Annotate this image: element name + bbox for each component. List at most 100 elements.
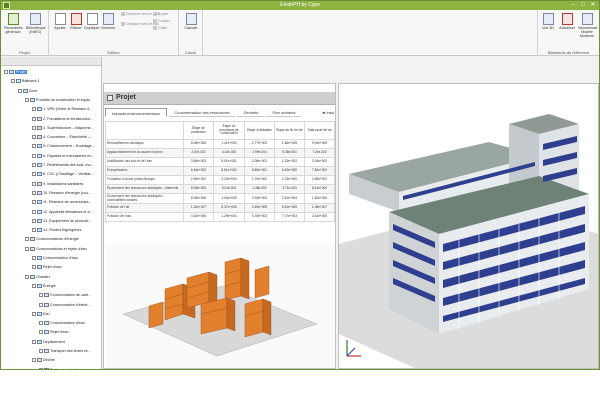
table-row[interactable]: Épuisement des ressources abiotiques – c… bbox=[105, 192, 335, 205]
tree-item[interactable]: 9. Installations sanitaires bbox=[32, 181, 83, 187]
tree-item[interactable]: Transport des terres ex... bbox=[39, 348, 91, 354]
tree-item[interactable]: Zone bbox=[18, 88, 37, 94]
tree-item-label: Chantier bbox=[36, 274, 50, 279]
expand-toggle-icon[interactable] bbox=[32, 265, 36, 270]
table-row[interactable]: Appauvrissement de la couche d'ozone 2.57… bbox=[105, 148, 335, 158]
tree-item[interactable]: Déchet bbox=[32, 357, 55, 363]
tree-item[interactable]: 11. Réseaux de communica... bbox=[32, 199, 92, 205]
expand-toggle-icon[interactable] bbox=[25, 237, 29, 242]
subtabs-scroll-button[interactable]: ◄ Inso bbox=[321, 108, 334, 117]
tree-item-label: Traitement de déchets bbox=[50, 367, 87, 370]
expand-toggle-icon[interactable] bbox=[32, 209, 36, 214]
tree-item[interactable]: Consommation d'eau bbox=[39, 320, 85, 326]
tree-node-icon bbox=[37, 200, 42, 205]
tree-item[interactable]: Consommation d'électr... bbox=[39, 302, 90, 308]
row-label: Épuisement des ressources abiotiques – é… bbox=[105, 184, 184, 194]
table-row[interactable]: Pollution de l'eau 4.32e+005 1.29e+004 5.76… bbox=[105, 212, 335, 223]
expand-toggle-icon[interactable] bbox=[32, 200, 36, 205]
expand-toggle-icon[interactable] bbox=[32, 107, 36, 112]
tree-item[interactable]: 8. CVC (Chauffage – Ventilat... bbox=[32, 171, 93, 177]
tree-item[interactable]: Chantier bbox=[25, 274, 50, 280]
expand-toggle-icon[interactable] bbox=[32, 144, 36, 149]
copy-button[interactable]: Copier bbox=[153, 12, 169, 17]
minimize-button[interactable]: – bbox=[568, 1, 578, 10]
tree-item[interactable]: Eau bbox=[32, 311, 50, 317]
expand-toggle-icon[interactable] bbox=[32, 172, 36, 177]
table-cell: 1.02e+000 bbox=[274, 175, 305, 185]
search-button[interactable]: Chercher bbox=[99, 13, 117, 30]
expand-toggle-icon[interactable] bbox=[11, 79, 15, 84]
subtab-flux[interactable]: Flux sortants bbox=[267, 108, 301, 117]
expand-toggle-icon[interactable] bbox=[4, 70, 8, 75]
tree-item[interactable]: 6. Façades et menuiseries ex... bbox=[32, 153, 94, 159]
tree-item[interactable]: 4. Couverture – Étanchéité –... bbox=[32, 134, 93, 140]
expand-toggle-icon[interactable] bbox=[39, 302, 43, 307]
tree-item[interactable]: Bâtiment 1 bbox=[11, 78, 40, 84]
tree-item[interactable]: Produits de construction et équip. bbox=[25, 97, 91, 103]
view-3d-panel[interactable] bbox=[338, 83, 599, 369]
tree-item[interactable]: 1. VRD (Voirie et Réseaux d... bbox=[32, 106, 92, 112]
table-row[interactable]: Réchauffement climatique 8.06e+005 1.41e+0… bbox=[105, 139, 335, 149]
expand-toggle-icon[interactable] bbox=[32, 181, 36, 186]
tree-item[interactable]: Consommation d'eau bbox=[32, 255, 78, 261]
expand-toggle-icon[interactable] bbox=[32, 125, 36, 130]
calculate-button[interactable]: Calculer bbox=[182, 13, 200, 30]
expand-toggle-icon[interactable] bbox=[39, 321, 43, 326]
paste-button[interactable]: Coller bbox=[153, 26, 167, 31]
tree-item[interactable]: 7. Revêtements des sols, mu... bbox=[32, 162, 94, 168]
expand-toggle-icon[interactable] bbox=[39, 293, 43, 298]
expand-toggle-icon[interactable] bbox=[18, 88, 22, 93]
expand-toggle-icon[interactable] bbox=[32, 358, 36, 363]
tree-item[interactable]: 12. Appareils élévateurs et a... bbox=[32, 209, 93, 215]
tree-item[interactable]: 10. Réseaux d'énergie (cou... bbox=[32, 190, 91, 196]
cut-button[interactable]: Couper bbox=[153, 19, 170, 24]
expand-toggle-icon[interactable] bbox=[25, 274, 29, 279]
expand-toggle-icon[interactable] bbox=[39, 367, 43, 369]
expand-toggle-icon[interactable] bbox=[32, 256, 36, 261]
tree-item[interactable]: 5. Cloisonnement – Doublage... bbox=[32, 143, 95, 149]
tree-item[interactable]: Projet bbox=[4, 69, 27, 75]
expand-toggle-icon[interactable] bbox=[32, 190, 36, 195]
refresh-button[interactable]: Actualiser bbox=[558, 13, 576, 30]
tree-item[interactable]: Consommations et rejets d'eau bbox=[25, 246, 87, 252]
tree-item[interactable]: Énergie bbox=[32, 283, 56, 289]
tree-item[interactable]: Rejet d'eau bbox=[32, 264, 62, 270]
expand-toggle-icon[interactable] bbox=[39, 330, 43, 335]
tree-item[interactable]: Consommation de carb... bbox=[39, 292, 91, 298]
expand-toggle-icon[interactable] bbox=[32, 218, 36, 223]
model-viewer-button[interactable]: Visionneuse Modèle Moderne bbox=[578, 13, 598, 38]
tree-item[interactable]: 13. Équipement de producti... bbox=[32, 218, 91, 224]
table-row[interactable]: Épuisement des ressources abiotiques – é… bbox=[105, 184, 335, 194]
table-row[interactable]: Acidification des sols et de l'eau 3.66e+… bbox=[105, 157, 335, 167]
expand-toggle-icon[interactable] bbox=[32, 283, 36, 288]
tree-item[interactable]: 2. Fondations et infrastructur... bbox=[32, 116, 93, 122]
expand-toggle-icon[interactable] bbox=[32, 228, 36, 233]
expand-toggle-icon[interactable] bbox=[25, 97, 29, 102]
subtab-dechets[interactable]: Déchets bbox=[237, 108, 265, 117]
tree-item[interactable]: 14. Fluides frigorigènes bbox=[32, 227, 81, 233]
tree-item[interactable]: Consommations d'énergie bbox=[25, 236, 79, 242]
subtab-consommation[interactable]: Consommation des ressources bbox=[169, 108, 235, 117]
expand-toggle-icon[interactable] bbox=[32, 339, 36, 344]
close-button[interactable]: ✕ bbox=[588, 1, 598, 10]
tree-item[interactable]: Traitement de déchets bbox=[39, 367, 87, 370]
table-row[interactable]: Eutrophisation 6.45e+002 6.61e+000 8.83e+00… bbox=[105, 166, 335, 176]
tree-item-label: Rejet d'eau bbox=[50, 330, 69, 335]
tree-item[interactable]: 3. Superstructure – Maçonne... bbox=[32, 125, 94, 131]
tree-item[interactable]: Déplacement bbox=[32, 339, 65, 345]
expand-toggle-icon[interactable] bbox=[39, 349, 43, 354]
expand-toggle-icon[interactable] bbox=[32, 116, 36, 121]
expand-toggle-icon[interactable] bbox=[32, 163, 36, 168]
library-button[interactable]: Bibliothèque (INIES) bbox=[26, 13, 46, 34]
view-3d-button[interactable]: Vue 3D bbox=[539, 13, 557, 30]
tree-item[interactable]: Rejet d'eau bbox=[39, 329, 69, 335]
expand-toggle-icon[interactable] bbox=[32, 311, 36, 316]
subtab-impacts[interactable]: Impacts environnementaux bbox=[105, 108, 167, 117]
maximize-button[interactable]: □ bbox=[578, 1, 588, 10]
table-row[interactable]: Pollution de l'air 1.32e+007 5.37e+005 3.63… bbox=[105, 203, 335, 214]
expand-toggle-icon[interactable] bbox=[32, 135, 36, 140]
general-settings-button[interactable]: Paramètres généraux bbox=[4, 13, 23, 34]
table-row[interactable]: Formation d'ozone photochimique 2.65e+002… bbox=[105, 175, 335, 185]
expand-toggle-icon[interactable] bbox=[32, 153, 36, 158]
expand-toggle-icon[interactable] bbox=[25, 246, 29, 251]
